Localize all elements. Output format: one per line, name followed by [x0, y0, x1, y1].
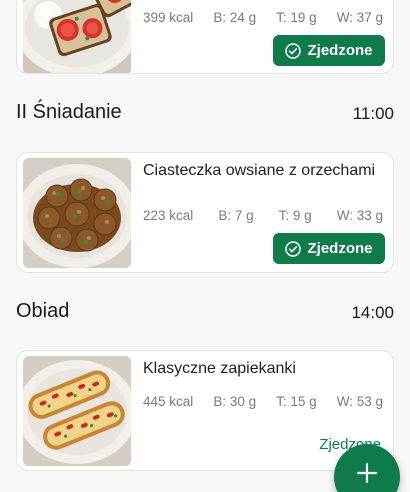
meal-image — [23, 0, 131, 73]
plus-icon — [356, 462, 378, 484]
meal-name: Ciasteczka owsiane z orzechami — [143, 162, 376, 179]
meal-macros: 445 kcal B: 30 g T: 15 g W: 53 g — [143, 394, 383, 409]
eaten-button-label: Zjedzone — [307, 42, 373, 59]
meal-card[interactable]: 399 kcal B: 24 g T: 19 g W: 37 g Zjedzon… — [16, 0, 394, 74]
eaten-button[interactable]: Zjedzone — [273, 233, 385, 264]
section-time: 14:00 — [351, 303, 394, 322]
meal-fat: T: 15 g — [276, 394, 317, 409]
check-circle-icon — [285, 240, 302, 257]
meal-kcal: 399 kcal — [143, 10, 194, 25]
section-title: Obiad — [16, 300, 70, 322]
meal-macros: 223 kcal B: 7 g T: 9 g W: 33 g — [143, 208, 383, 223]
eaten-button[interactable]: Zjedzone — [273, 35, 385, 66]
meal-protein: B: 24 g — [213, 10, 257, 25]
meal-carbs: W: 53 g — [336, 394, 383, 409]
meal-kcal: 445 kcal — [143, 394, 194, 409]
meal-image — [23, 356, 131, 466]
toast-with-tomato-icon — [23, 0, 131, 73]
meal-carbs: W: 33 g — [336, 208, 383, 223]
meal-protein: B: 7 g — [218, 208, 254, 223]
check-circle-icon — [285, 42, 302, 59]
meal-kcal: 223 kcal — [143, 208, 194, 223]
meal-card[interactable]: Klasyczne zapiekanki 445 kcal B: 30 g T:… — [16, 350, 394, 471]
meal-macros: 399 kcal B: 24 g T: 19 g W: 37 g — [143, 10, 383, 25]
meal-card[interactable]: Ciasteczka owsiane z orzechami 223 kcal … — [16, 152, 394, 273]
meal-fat: T: 19 g — [276, 10, 317, 25]
section-time: 11:00 — [352, 104, 394, 123]
oat-cookies-icon — [23, 158, 131, 268]
eaten-button-label: Zjedzone — [307, 240, 373, 257]
section-title: II Śniadanie — [16, 101, 122, 123]
meal-carbs: W: 37 g — [336, 10, 383, 25]
meal-name: Klasyczne zapiekanki — [143, 360, 296, 377]
meal-fat: T: 9 g — [278, 208, 312, 223]
meal-image — [23, 158, 131, 268]
meal-protein: B: 30 g — [213, 394, 257, 409]
baguette-casserole-icon — [23, 356, 131, 466]
